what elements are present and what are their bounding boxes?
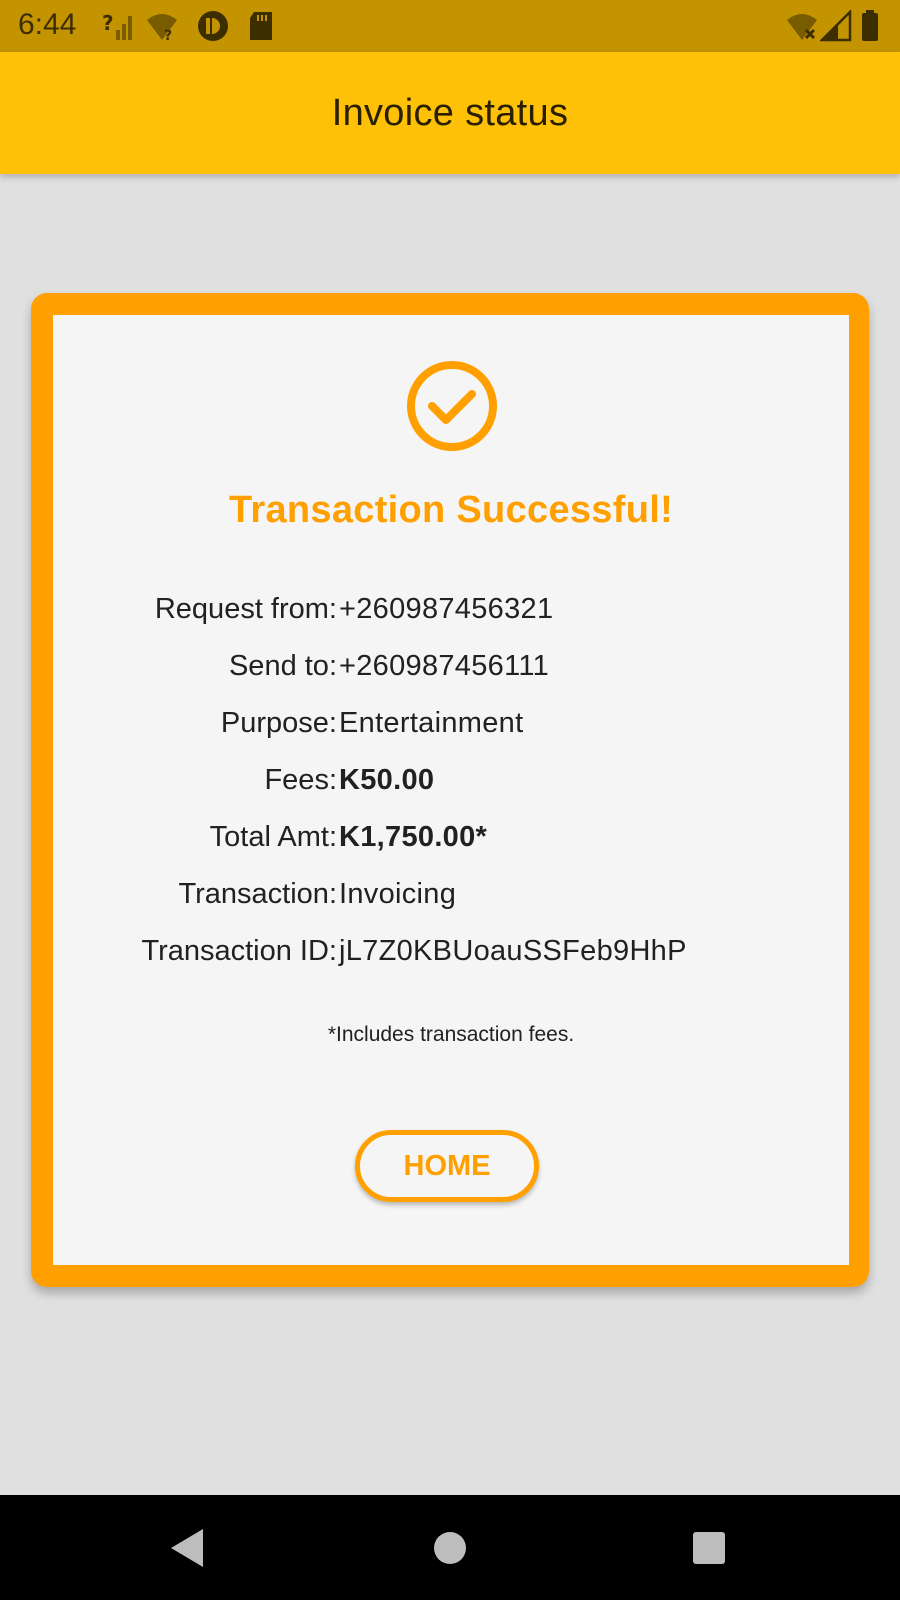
success-title: Transaction Successful! — [228, 489, 674, 531]
detail-row-fees: Fees: K50.00 — [53, 764, 849, 821]
recents-icon[interactable] — [684, 1523, 734, 1573]
home-circle-icon[interactable] — [425, 1523, 475, 1573]
detail-value: K50.00 — [339, 764, 435, 796]
app-bar: Invoice status — [0, 52, 900, 174]
status-bar: 6:44 ? ? — [0, 0, 900, 52]
navigation-bar — [0, 1495, 900, 1600]
detail-label: Transaction: — [178, 878, 338, 910]
battery-icon — [862, 10, 878, 41]
unknown-signal-icon: ? — [102, 11, 132, 40]
status-time: 6:44 — [18, 8, 77, 41]
svg-text:?: ? — [102, 11, 114, 35]
home-button[interactable]: HOME — [355, 1130, 539, 1202]
detail-label: Total Amt: — [209, 821, 337, 853]
detail-value: +260987456321 — [339, 593, 554, 625]
detail-label: Purpose: — [220, 707, 337, 739]
detail-row-transaction-id: Transaction ID: jL7Z0KBUoauSSFeb9HhP — [53, 935, 849, 992]
page-title: Invoice status — [331, 91, 569, 134]
app-notification-icon — [198, 11, 228, 41]
detail-row-purpose: Purpose: Entertainment — [53, 707, 849, 764]
detail-label: Transaction ID: — [141, 935, 337, 967]
wifi-off-icon — [787, 14, 817, 40]
transaction-details: Request from: +260987456321 Send to: +26… — [53, 593, 849, 992]
detail-value: +260987456111 — [339, 650, 550, 682]
status-card-body: Transaction Successful! Request from: +2… — [53, 315, 849, 1265]
wifi-question-icon: ? — [147, 14, 177, 42]
detail-value: Entertainment — [339, 707, 524, 739]
svg-text:?: ? — [164, 28, 172, 42]
detail-label: Send to: — [228, 650, 337, 682]
detail-row-total-amt: Total Amt: K1,750.00* — [53, 821, 849, 878]
home-button-label: HOME — [403, 1149, 491, 1182]
fees-footnote: *Includes transaction fees. — [327, 1023, 575, 1046]
detail-row-send-to: Send to: +260987456111 — [53, 650, 849, 707]
sd-card-icon — [250, 12, 272, 40]
back-icon[interactable] — [163, 1523, 213, 1573]
detail-row-request-from: Request from: +260987456321 — [53, 593, 849, 650]
status-card: Transaction Successful! Request from: +2… — [31, 293, 869, 1287]
check-circle-icon — [407, 361, 497, 451]
detail-label: Fees: — [264, 764, 337, 796]
detail-value: Invoicing — [339, 878, 457, 910]
cell-signal-icon — [820, 10, 852, 42]
detail-label: Request from: — [154, 593, 337, 625]
detail-value: K1,750.00* — [339, 821, 488, 853]
detail-value: jL7Z0KBUoauSSFeb9HhP — [339, 935, 687, 967]
detail-row-transaction: Transaction: Invoicing — [53, 878, 849, 935]
